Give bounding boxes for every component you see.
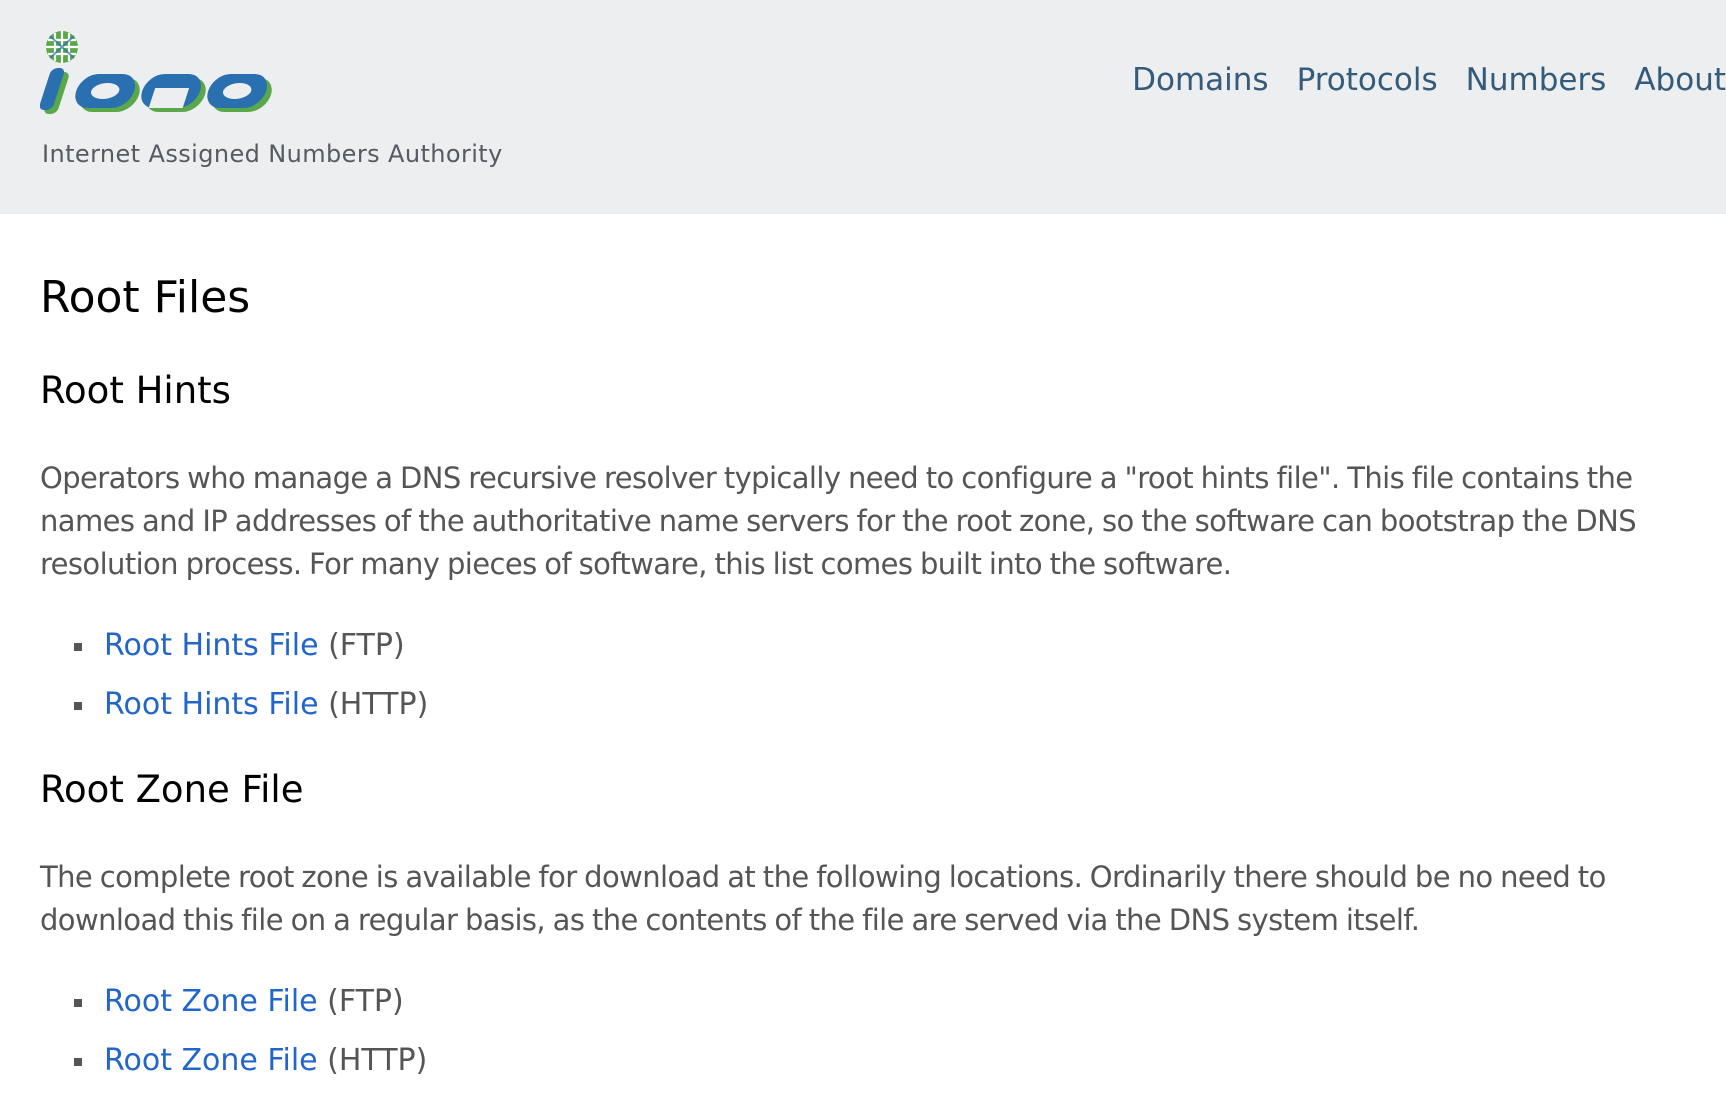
iana-logo-graphic	[40, 31, 272, 114]
logo-tagline: Internet Assigned Numbers Authority	[42, 140, 503, 168]
nav-numbers[interactable]: Numbers	[1466, 62, 1607, 98]
nav-domains[interactable]: Domains	[1132, 62, 1268, 98]
bullet-icon	[74, 999, 82, 1007]
root-zone-ftp-link[interactable]: Root Zone File	[104, 984, 318, 1019]
link-protocol-label: (HTTP)	[327, 1043, 428, 1078]
section-heading-root-hints: Root Hints	[40, 369, 231, 412]
site-header: Internet Assigned Numbers Authority Doma…	[0, 0, 1726, 214]
root-zone-http-link[interactable]: Root Zone File	[104, 1043, 318, 1078]
section-heading-root-zone-file: Root Zone File	[40, 768, 304, 811]
nav-about[interactable]: About	[1634, 62, 1726, 98]
link-protocol-label: (FTP)	[327, 984, 404, 1019]
bullet-icon	[74, 643, 82, 651]
list-item: Root Zone File (FTP)	[74, 972, 427, 1031]
iana-logo[interactable]: Internet Assigned Numbers Authority	[40, 30, 520, 180]
globe-icon	[46, 31, 78, 63]
main-nav: Domains Protocols Numbers About	[1132, 62, 1726, 98]
root-zone-paragraph: The complete root zone is available for …	[40, 860, 1606, 937]
logo-lettering	[40, 68, 272, 114]
root-hints-http-link[interactable]: Root Hints File	[104, 687, 319, 722]
root-zone-links: Root Zone File (FTP) Root Zone File (HTT…	[74, 972, 427, 1090]
nav-protocols[interactable]: Protocols	[1297, 62, 1438, 98]
list-item: Root Hints File (HTTP)	[74, 675, 428, 734]
link-protocol-label: (FTP)	[328, 628, 405, 663]
bullet-icon	[74, 1058, 82, 1066]
root-hints-links: Root Hints File (FTP) Root Hints File (H…	[74, 616, 428, 734]
bullet-icon	[74, 702, 82, 710]
root-hints-paragraph: Operators who manage a DNS recursive res…	[40, 461, 1637, 581]
list-item: Root Hints File (FTP)	[74, 616, 428, 675]
root-hints-ftp-link[interactable]: Root Hints File	[104, 628, 319, 663]
link-protocol-label: (HTTP)	[328, 687, 429, 722]
list-item: Root Zone File (HTTP)	[74, 1031, 427, 1090]
page-title: Root Files	[40, 272, 251, 323]
